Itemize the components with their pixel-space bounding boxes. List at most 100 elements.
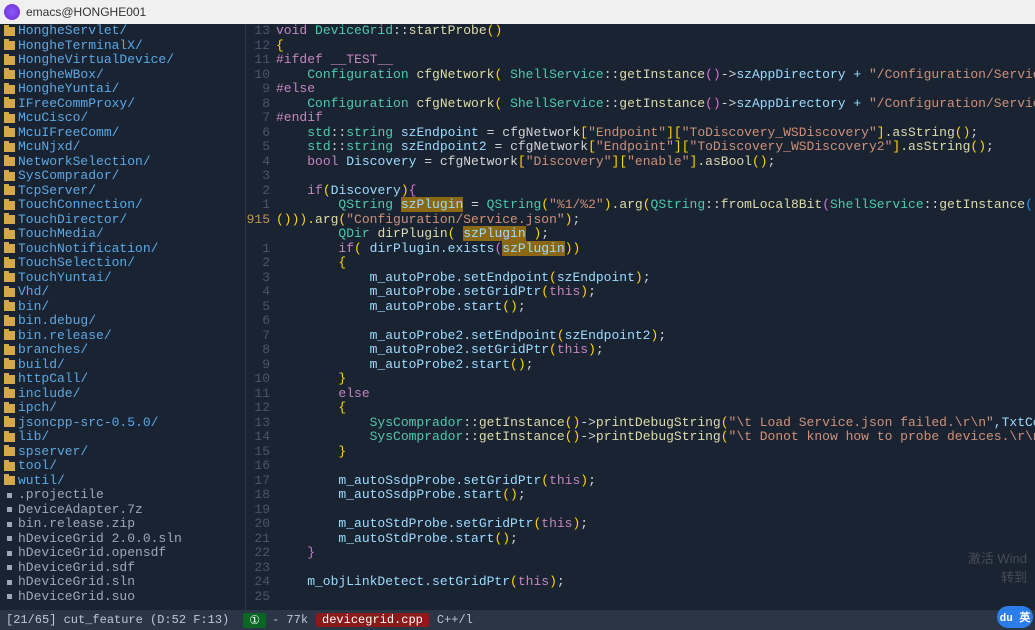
code-line[interactable]: #else [276,82,1035,97]
tree-folder[interactable]: McuIFreeComm/ [0,126,245,141]
tree-item-label: IFreeCommProxy/ [18,97,135,112]
code-line[interactable]: m_autoProbe.start(); [276,300,1035,315]
tree-folder[interactable]: TouchSelection/ [0,256,245,271]
code-line[interactable]: m_autoProbe.setGridPtr(this); [276,285,1035,300]
tree-folder[interactable]: McuNjxd/ [0,140,245,155]
code-line[interactable] [276,503,1035,518]
tree-folder[interactable]: TouchConnection/ [0,198,245,213]
tree-folder[interactable]: TcpServer/ [0,184,245,199]
tree-item-label: TouchNotification/ [18,242,158,257]
code-line[interactable]: { [276,256,1035,271]
tree-item-label: bin.release/ [18,329,112,344]
tree-folder[interactable]: TouchDirector/ [0,213,245,228]
tree-file[interactable]: hDeviceGrid.sln [0,575,245,590]
code-line[interactable] [276,459,1035,474]
code-line[interactable]: if(Discovery){ [276,184,1035,199]
code-line[interactable]: m_autoProbe2.start(); [276,358,1035,373]
code-line[interactable]: } [276,372,1035,387]
code-line[interactable]: m_autoSsdpProbe.setGridPtr(this); [276,474,1035,489]
tree-folder[interactable]: build/ [0,358,245,373]
tree-folder[interactable]: McuCisco/ [0,111,245,126]
tree-file[interactable]: hDeviceGrid 2.0.0.sln [0,532,245,547]
code-line[interactable]: m_autoStdProbe.setGridPtr(this); [276,517,1035,532]
tree-folder[interactable]: IFreeCommProxy/ [0,97,245,112]
tree-folder[interactable]: wutil/ [0,474,245,489]
code-line[interactable]: SysComprador::getInstance()->printDebugS… [276,416,1035,431]
folder-icon [4,302,15,311]
tree-folder[interactable]: spserver/ [0,445,245,460]
code-line[interactable]: } [276,445,1035,460]
line-number: 24 [246,575,270,590]
tree-item-label: TouchConnection/ [18,198,143,213]
tree-file[interactable]: hDeviceGrid.sdf [0,561,245,576]
tree-folder[interactable]: TouchNotification/ [0,242,245,257]
tree-folder[interactable]: TouchYuntai/ [0,271,245,286]
tree-folder[interactable]: SysComprador/ [0,169,245,184]
code-content[interactable]: void DeviceGrid::startProbe(){#ifdef __T… [276,24,1035,604]
tree-folder[interactable]: ipch/ [0,401,245,416]
file-tree[interactable]: HongheServlet/HongheTerminalX/HongheVirt… [0,24,246,610]
tree-folder[interactable]: branches/ [0,343,245,358]
tree-folder[interactable]: HongheWBox/ [0,68,245,83]
tree-folder[interactable]: bin/ [0,300,245,315]
code-line[interactable]: m_autoProbe2.setGridPtr(this); [276,343,1035,358]
code-line[interactable]: SysComprador::getInstance()->printDebugS… [276,430,1035,445]
folder-icon [4,186,15,195]
code-line[interactable]: #ifdef __TEST__ [276,53,1035,68]
code-editor[interactable]: 13121110987654321915 1234567891011121314… [246,24,1035,610]
code-line[interactable]: } [276,546,1035,561]
code-line[interactable]: m_autoProbe.setEndpoint(szEndpoint); [276,271,1035,286]
code-line[interactable]: std::string szEndpoint2 = cfgNetwork["En… [276,140,1035,155]
tree-folder[interactable]: NetworkSelection/ [0,155,245,170]
tree-folder[interactable]: bin.debug/ [0,314,245,329]
folder-icon [4,41,15,50]
tree-folder[interactable]: Vhd/ [0,285,245,300]
tree-item-label: HongheYuntai/ [18,82,119,97]
code-line[interactable]: QString szPlugin = QString("%1/%2").arg(… [276,198,1035,213]
code-line[interactable] [276,314,1035,329]
code-line[interactable]: m_autoStdProbe.start(); [276,532,1035,547]
code-line[interactable]: void DeviceGrid::startProbe() [276,24,1035,39]
tree-folder[interactable]: HongheVirtualDevice/ [0,53,245,68]
tree-folder[interactable]: jsoncpp-src-0.5.0/ [0,416,245,431]
code-line[interactable]: m_objLinkDetect.setGridPtr(this); [276,575,1035,590]
code-line[interactable]: bool Discovery = cfgNetwork["Discovery"]… [276,155,1035,170]
code-line[interactable]: { [276,39,1035,54]
titlebar: emacs@HONGHE001 [0,0,1035,24]
code-line[interactable]: Configuration cfgNetwork( ShellService::… [276,97,1035,112]
tree-item-label: TouchMedia/ [18,227,104,242]
tree-file[interactable]: DeviceAdapter.7z [0,503,245,518]
code-line[interactable] [276,169,1035,184]
code-line[interactable]: m_autoProbe2.setEndpoint(szEndpoint2); [276,329,1035,344]
tree-folder[interactable]: bin.release/ [0,329,245,344]
line-number: 20 [246,517,270,532]
file-icon [7,594,12,599]
tree-folder[interactable]: httpCall/ [0,372,245,387]
watermark: 激活 Wind 转到 [968,548,1027,586]
code-line[interactable]: Configuration cfgNetwork( ShellService::… [276,68,1035,83]
tree-folder[interactable]: TouchMedia/ [0,227,245,242]
tree-folder[interactable]: HongheYuntai/ [0,82,245,97]
tree-folder[interactable]: HongheTerminalX/ [0,39,245,54]
line-number: 3 [246,271,270,286]
ime-badge[interactable]: du 英 [997,606,1033,628]
code-line[interactable]: QDir dirPlugin( szPlugin ); [276,227,1035,242]
tree-file[interactable]: bin.release.zip [0,517,245,532]
tree-file[interactable]: .projectile [0,488,245,503]
folder-icon [4,331,15,340]
code-line[interactable]: m_autoSsdpProbe.start(); [276,488,1035,503]
code-line[interactable] [276,561,1035,576]
code-line[interactable]: #endif [276,111,1035,126]
tree-file[interactable]: hDeviceGrid.suo [0,590,245,605]
code-line[interactable]: std::string szEndpoint = cfgNetwork["End… [276,126,1035,141]
line-number: 2 [246,184,270,199]
code-line[interactable]: if( dirPlugin.exists(szPlugin)) [276,242,1035,257]
tree-folder[interactable]: include/ [0,387,245,402]
tree-folder[interactable]: tool/ [0,459,245,474]
code-line[interactable]: else [276,387,1035,402]
tree-folder[interactable]: lib/ [0,430,245,445]
tree-file[interactable]: hDeviceGrid.opensdf [0,546,245,561]
code-line[interactable]: ())).arg("Configuration/Service.json"); [276,213,1035,228]
code-line[interactable]: { [276,401,1035,416]
tree-folder[interactable]: HongheServlet/ [0,24,245,39]
